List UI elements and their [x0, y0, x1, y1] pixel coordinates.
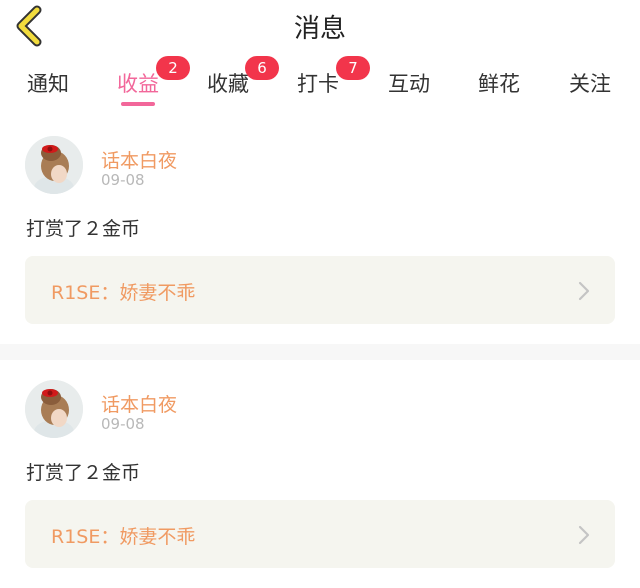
message-date: 09-08 — [101, 415, 145, 433]
tab-label: 收藏 — [207, 72, 249, 96]
tab-label: 关注 — [569, 72, 611, 96]
tab-checkin[interactable]: 打卡 7 — [273, 56, 370, 98]
tab-label: 鲜花 — [478, 72, 520, 96]
tab-label: 打卡 — [297, 72, 339, 96]
avatar[interactable] — [25, 380, 83, 438]
message-text: 打赏了２金币 — [26, 218, 141, 240]
tab-bar: 通知 收益 2 收藏 6 打卡 7 互动 鲜花 关注 — [0, 56, 640, 110]
work-title: R1SE：娇妻不乖 — [51, 526, 196, 548]
message-date: 09-08 — [101, 171, 145, 189]
avatar[interactable] — [25, 136, 83, 194]
tab-interactions[interactable]: 互动 — [364, 68, 454, 98]
message-item: 话本白夜 09-08 打赏了２金币 R1SE：娇妻不乖 — [0, 116, 640, 344]
user-name[interactable]: 话本白夜 — [101, 390, 177, 417]
page-title: 消息 — [293, 14, 346, 44]
tab-label: 通知 — [27, 72, 69, 96]
tab-label: 收益 — [117, 72, 159, 96]
tab-following[interactable]: 关注 — [545, 68, 635, 98]
chevron-right-icon — [578, 281, 590, 301]
tab-earnings[interactable]: 收益 2 — [93, 56, 190, 106]
work-link-card[interactable]: R1SE：娇妻不乖 — [25, 256, 615, 324]
tab-flowers[interactable]: 鲜花 — [454, 68, 544, 98]
work-link-card[interactable]: R1SE：娇妻不乖 — [25, 500, 615, 568]
work-title: R1SE：娇妻不乖 — [51, 282, 196, 304]
tab-notifications[interactable]: 通知 — [3, 68, 93, 98]
header: 消息 — [0, 0, 640, 50]
user-name[interactable]: 话本白夜 — [101, 146, 177, 173]
tab-label: 互动 — [388, 72, 430, 96]
active-tab-indicator — [121, 102, 155, 106]
divider — [0, 344, 640, 360]
message-feed: 话本白夜 09-08 打赏了２金币 R1SE：娇妻不乖 话本白夜 09-08 打… — [0, 116, 640, 588]
chevron-right-icon — [578, 525, 590, 545]
message-item: 话本白夜 09-08 打赏了２金币 R1SE：娇妻不乖 — [0, 360, 640, 588]
message-text: 打赏了２金币 — [26, 462, 141, 484]
tab-favorites[interactable]: 收藏 6 — [183, 56, 279, 98]
